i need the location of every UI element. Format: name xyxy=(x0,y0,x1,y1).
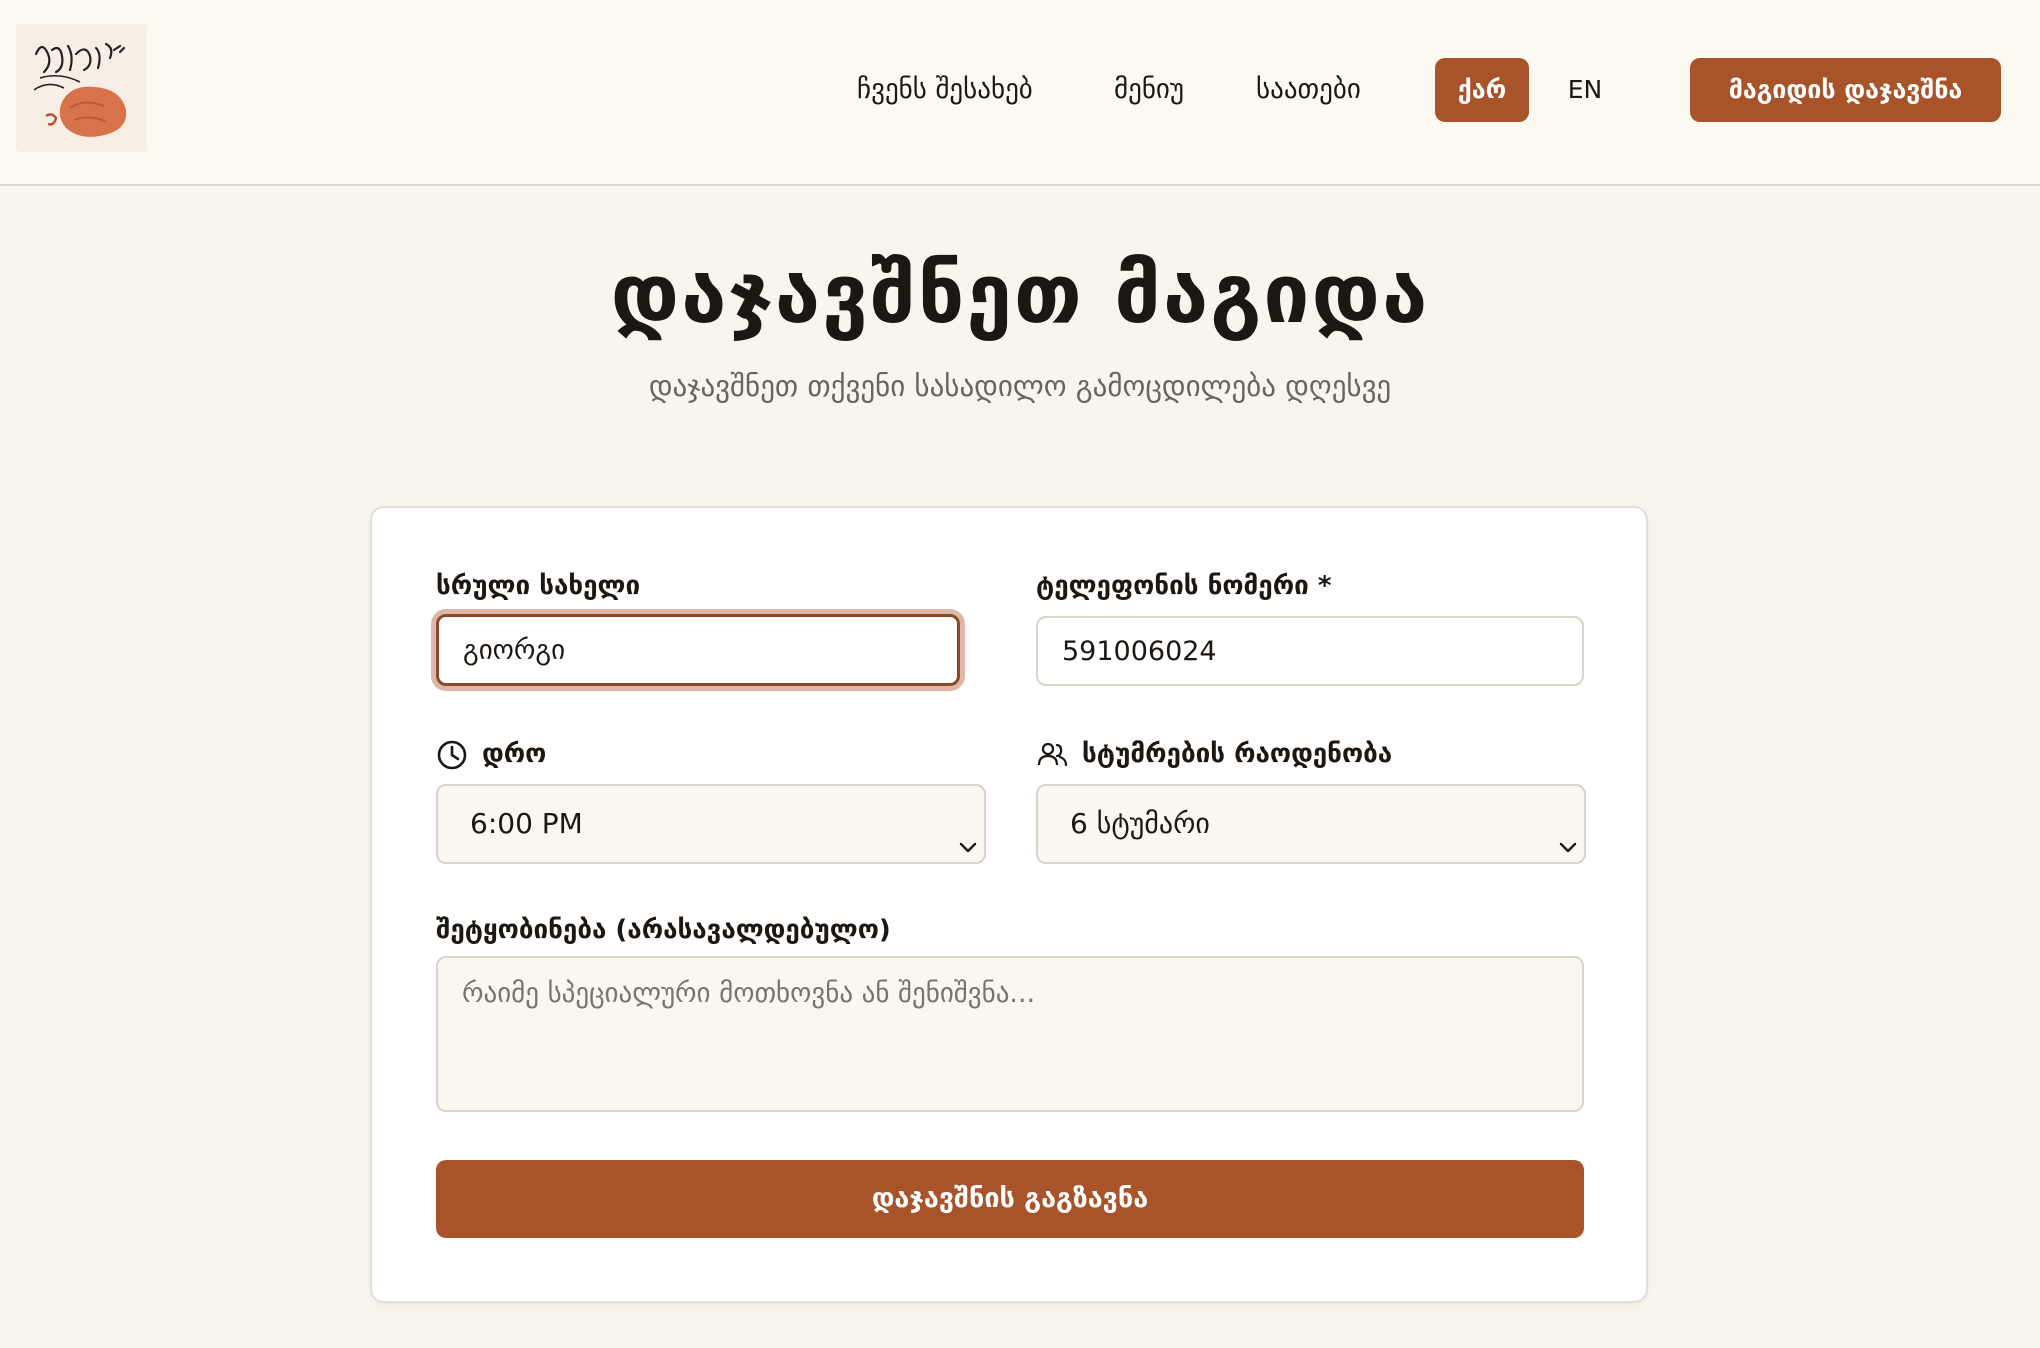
time-select-value: 6:00 PM xyxy=(470,807,583,840)
chevron-down-icon xyxy=(956,812,980,853)
time-label: დრო xyxy=(436,736,546,772)
page-title: დაჯავშნეთ მაგიდა xyxy=(610,247,1430,342)
language-english-button[interactable]: EN xyxy=(1545,58,1625,122)
message-label: შეტყობინება (არასავალდებულო) xyxy=(436,915,891,945)
full-name-label: სრული სახელი xyxy=(436,571,641,601)
time-select[interactable]: 6:00 PM xyxy=(436,784,986,864)
phone-label: ტელეფონის ნომერი * xyxy=(1036,571,1332,601)
nav-link-hours[interactable]: საათები xyxy=(1256,70,1361,110)
submit-reservation-button[interactable]: დაჯავშნის გაგზავნა xyxy=(436,1160,1584,1238)
guests-label-text: სტუმრების რაოდენობა xyxy=(1082,739,1393,769)
nav-link-about[interactable]: ჩვენს შესახებ xyxy=(857,70,1033,110)
book-table-button[interactable]: მაგიდის დაჯავშნა xyxy=(1690,58,2001,122)
full-name-input[interactable] xyxy=(436,614,960,686)
guests-select-value: 6 სტუმარი xyxy=(1070,807,1210,840)
language-georgian-button[interactable]: ქარ xyxy=(1435,58,1529,122)
logo-illustration-icon xyxy=(33,42,127,137)
reservation-form-card: სრული სახელი ტელეფონის ნომერი * დრო 6:00… xyxy=(370,506,1648,1303)
guests-select[interactable]: 6 სტუმარი xyxy=(1036,784,1586,864)
site-header: ჩვენს შესახებ მენიუ საათები ქარ EN მაგიდ… xyxy=(0,0,2040,186)
time-label-text: დრო xyxy=(482,739,547,769)
users-icon xyxy=(1036,739,1068,771)
restaurant-logo[interactable] xyxy=(16,24,146,152)
phone-input[interactable] xyxy=(1036,616,1584,686)
guests-label: სტუმრების რაოდენობა xyxy=(1036,736,1392,772)
chevron-down-icon xyxy=(1556,812,1580,853)
message-textarea[interactable] xyxy=(436,956,1584,1112)
nav-link-menu[interactable]: მენიუ xyxy=(1114,70,1184,110)
page-subtitle: დაჯავშნეთ თქვენი სასადილო გამოცდილება დღ… xyxy=(648,369,1392,403)
clock-icon xyxy=(436,739,468,771)
